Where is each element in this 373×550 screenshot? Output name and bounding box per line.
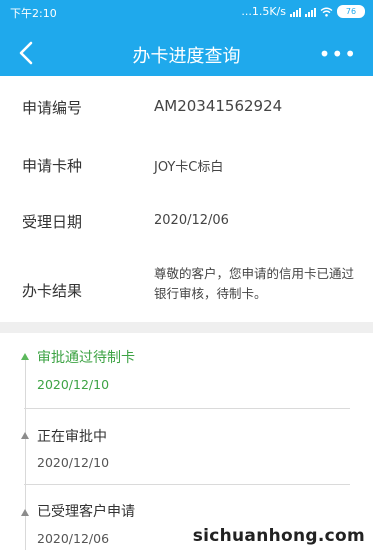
- status-bar: 下午2:10 ...1.5K/s 76: [0, 0, 373, 24]
- application-info: 申请编号 AM20341562924 申请卡种 JOY卡C标白 受理日期 202…: [0, 76, 373, 322]
- page-title: 办卡进度查询: [132, 46, 241, 67]
- info-value: 尊敬的客户，您申请的信用卡已通过银行审核，待制卡。: [154, 266, 355, 301]
- wifi-icon: [320, 7, 333, 17]
- net-speed: ...1.5K/s: [241, 5, 286, 18]
- status-time: 下午2:10: [10, 7, 57, 20]
- step-title: 已受理客户申请: [37, 504, 135, 520]
- step-separator: [24, 408, 350, 409]
- section-divider: [0, 322, 373, 333]
- status-icons: ...1.5K/s 76: [241, 5, 365, 18]
- step-title: 正在审批中: [37, 429, 107, 445]
- battery-icon: 76: [337, 5, 365, 18]
- info-label: 申请卡种: [22, 157, 83, 175]
- info-value: 2020/12/06: [154, 213, 229, 228]
- nav-bar: 办卡进度查询 •••: [0, 30, 373, 76]
- step-marker-icon: [21, 509, 29, 516]
- info-row-card-type: 申请卡种 JOY卡C标白: [0, 134, 373, 195]
- progress-timeline: 审批通过待制卡 2020/12/10 正在审批中 2020/12/10 已受理客…: [0, 333, 373, 550]
- info-value: AM20341562924: [154, 97, 283, 115]
- step-title: 审批通过待制卡: [37, 350, 135, 366]
- more-menu-icon[interactable]: •••: [319, 42, 357, 66]
- step-date: 2020/12/10: [37, 455, 110, 470]
- info-label: 办卡结果: [22, 282, 83, 300]
- step-date: 2020/12/10: [37, 377, 110, 392]
- info-row-result: 办卡结果 尊敬的客户，您申请的信用卡已通过银行审核，待制卡。: [0, 255, 373, 322]
- step-marker-icon: [21, 353, 29, 360]
- signal-icon-2: [305, 7, 316, 17]
- watermark: sichuanhong.com: [192, 526, 365, 546]
- top-bar: 下午2:10 ...1.5K/s 76 办卡进度查询 •••: [0, 0, 373, 76]
- step-marker-icon: [21, 432, 29, 439]
- info-label: 受理日期: [22, 213, 83, 231]
- info-row-application-number: 申请编号 AM20341562924: [0, 76, 373, 134]
- info-row-accept-date: 受理日期 2020/12/06: [0, 195, 373, 255]
- signal-icon: [290, 7, 301, 17]
- timeline-line: [25, 355, 26, 550]
- step-date: 2020/12/06: [37, 531, 110, 546]
- info-value: JOY卡C标白: [154, 160, 224, 175]
- info-label: 申请编号: [22, 99, 83, 117]
- step-separator: [24, 484, 350, 485]
